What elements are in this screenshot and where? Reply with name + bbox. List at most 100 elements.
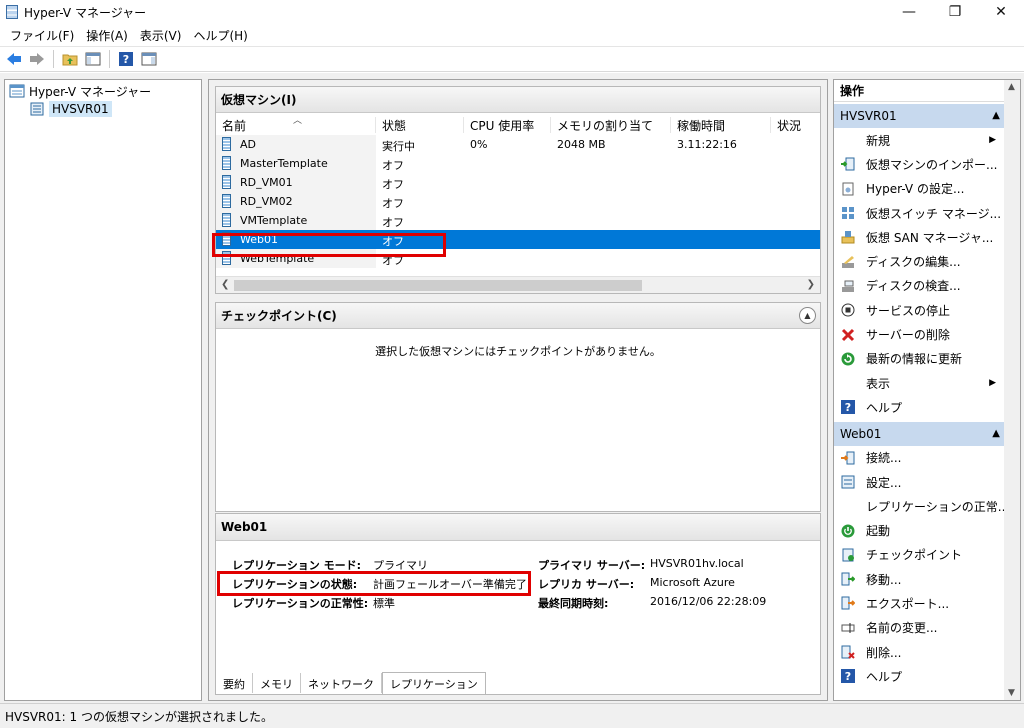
action-item[interactable]: ? ヘルプ <box>834 395 1020 419</box>
action-item[interactable]: 表示 ▶ <box>834 371 1020 395</box>
vm-row[interactable]: AD 実行中 0% 2048 MB 3.11:22:16 <box>216 135 820 154</box>
scroll-up-icon[interactable]: ▲ <box>1008 82 1015 92</box>
action-item[interactable]: 起動 <box>834 518 1020 542</box>
tab-1[interactable]: 要約 <box>216 673 253 693</box>
column-header-cpu[interactable]: CPU 使用率 <box>464 117 551 133</box>
action-item[interactable]: ? ヘルプ <box>834 664 1020 688</box>
menu-action[interactable]: 操作(A) <box>80 27 134 44</box>
scroll-down-icon[interactable]: ▼ <box>1008 688 1015 698</box>
scroll-thumb[interactable] <box>234 280 642 291</box>
detail-value: 2016/12/06 22:28:09 <box>650 595 767 608</box>
column-header-status[interactable]: 状況 <box>771 117 821 133</box>
minimize-button[interactable]: — <box>886 0 932 24</box>
collapse-up-icon[interactable]: ▲ <box>992 110 1000 121</box>
action-item[interactable]: 削除... <box>834 640 1020 664</box>
collapse-up-icon[interactable]: ▲ <box>992 428 1000 439</box>
horizontal-scrollbar[interactable]: ❮ ❯ <box>216 276 820 293</box>
action-label: 仮想マシンのインポー... <box>866 157 998 172</box>
main-area: Hyper-V マネージャー HVSVR01 仮想マシン(I) 名前 ︿ 状態 … <box>0 73 1024 703</box>
column-header-state[interactable]: 状態 <box>376 117 464 133</box>
menu-view[interactable]: 表示(V) <box>134 27 188 44</box>
details-pane: Web01 レプリケーション モード: プライマリ レプリケーションの状態: 計画フェ… <box>215 513 821 695</box>
action-label: 最新の情報に更新 <box>866 352 963 367</box>
actions-group-server[interactable]: HVSVR01 ▲ <box>834 104 1020 128</box>
action-item[interactable]: 接続... <box>834 446 1020 470</box>
detail-label: プライマリ サーバー: <box>538 559 646 572</box>
tree-server-label: HVSVR01 <box>49 101 112 117</box>
connect-icon <box>840 450 856 466</box>
action-label: 仮想スイッチ マネージ... <box>866 206 1002 221</box>
action-label: 削除... <box>866 645 902 660</box>
menu-file[interactable]: ファイル(F) <box>4 27 80 44</box>
action-item[interactable]: 最新の情報に更新 <box>834 347 1020 371</box>
action-item[interactable]: ディスクの編集... <box>834 249 1020 273</box>
tab-4[interactable]: レプリケーション <box>382 672 486 694</box>
action-label: ヘルプ <box>866 669 903 684</box>
back-arrow-icon[interactable] <box>4 49 24 69</box>
vm-row[interactable]: Web01 オフ <box>216 230 820 249</box>
action-item[interactable]: 仮想スイッチ マネージ... <box>834 201 1020 225</box>
server-icon <box>30 102 44 116</box>
action-item[interactable]: Hyper-V の設定... <box>834 177 1020 201</box>
action-label: チェックポイント <box>866 548 963 563</box>
menu-help[interactable]: ヘルプ(H) <box>187 27 253 44</box>
tab-2[interactable]: メモリ <box>253 673 301 693</box>
virtual-machine-icon <box>222 232 231 246</box>
vertical-scrollbar[interactable]: ▲ ▼ <box>1004 80 1020 700</box>
virtual-machine-icon <box>222 251 231 265</box>
action-item[interactable]: 新規 ▶ <box>834 128 1020 152</box>
action-label: Hyper-V の設定... <box>866 182 965 197</box>
action-item[interactable]: 仮想マシンのインポー... <box>834 152 1020 176</box>
no-icon-spacer <box>840 498 856 514</box>
action-item[interactable]: 設定... <box>834 470 1020 494</box>
vm-cell-state: オフ <box>382 216 404 229</box>
action-item[interactable]: エクスポート... <box>834 591 1020 615</box>
virtual-machine-icon <box>222 213 231 227</box>
virtual-machine-icon <box>222 194 231 208</box>
tree-item-server[interactable]: HVSVR01 <box>5 100 201 118</box>
show-hide-tree-icon[interactable] <box>83 49 103 69</box>
vm-row[interactable]: VMTemplate オフ <box>216 211 820 230</box>
vm-row[interactable]: RD_VM02 オフ <box>216 192 820 211</box>
actions-group-vm[interactable]: Web01 ▲ <box>834 421 1020 446</box>
tree-item-root[interactable]: Hyper-V マネージャー <box>5 82 201 100</box>
up-folder-icon[interactable] <box>60 49 80 69</box>
scroll-left-icon[interactable]: ❮ <box>221 279 229 290</box>
action-item[interactable]: チェックポイント <box>834 543 1020 567</box>
show-hide-action-pane-icon[interactable] <box>139 49 159 69</box>
hyper-v-manager-icon <box>9 84 25 98</box>
virtual-machine-icon <box>222 175 231 189</box>
vm-row[interactable]: WebTemplate オフ <box>216 249 820 268</box>
action-item[interactable]: 移動... <box>834 567 1020 591</box>
details-tabs: 要約 メモリ ネットワーク レプリケーション <box>216 672 486 694</box>
action-item[interactable]: レプリケーションの正常... <box>834 494 1020 518</box>
column-header-uptime[interactable]: 稼働時間 <box>671 117 771 133</box>
no-checkpoints-message: 選択した仮想マシンにはチェックポイントがありません。 <box>375 345 661 358</box>
window-title: Hyper-V マネージャー <box>24 5 147 20</box>
forward-arrow-icon[interactable] <box>27 49 47 69</box>
detail-value: プライマリ <box>373 559 428 572</box>
action-label: 仮想 SAN マネージャ... <box>866 230 994 245</box>
vm-column-headers: 名前 ︿ 状態 CPU 使用率 メモリの割り当て 稼働時間 状況 <box>216 113 820 135</box>
close-button[interactable]: ✕ <box>978 0 1024 24</box>
help-icon[interactable]: ? <box>116 49 136 69</box>
actions-group-vm-label: Web01 <box>840 426 882 441</box>
action-item[interactable]: ディスクの検査... <box>834 274 1020 298</box>
virtual-machine-icon <box>222 156 231 170</box>
collapse-up-icon[interactable]: ▲ <box>799 307 816 324</box>
maximize-button[interactable]: ❐ <box>932 0 978 24</box>
tab-3[interactable]: ネットワーク <box>301 673 382 693</box>
vm-cell-mem: 2048 MB <box>557 138 606 151</box>
vm-list: AD 実行中 0% 2048 MB 3.11:22:16 MasterTemplate オフ… <box>216 135 820 268</box>
hyper-v-app-icon <box>6 5 18 19</box>
checkpoint-pane-header: チェックポイント(C) ▲ <box>216 303 820 329</box>
vm-row[interactable]: RD_VM01 オフ <box>216 173 820 192</box>
scroll-right-icon[interactable]: ❯ <box>807 279 815 290</box>
action-item[interactable]: 仮想 SAN マネージャ... <box>834 225 1020 249</box>
column-header-memory[interactable]: メモリの割り当て <box>551 117 671 133</box>
vm-row[interactable]: MasterTemplate オフ <box>216 154 820 173</box>
action-item[interactable]: サービスの停止 <box>834 298 1020 322</box>
action-item[interactable]: サーバーの削除 <box>834 322 1020 346</box>
action-item[interactable]: 名前の変更... <box>834 616 1020 640</box>
sort-ascending-icon: ︿ <box>293 116 303 126</box>
